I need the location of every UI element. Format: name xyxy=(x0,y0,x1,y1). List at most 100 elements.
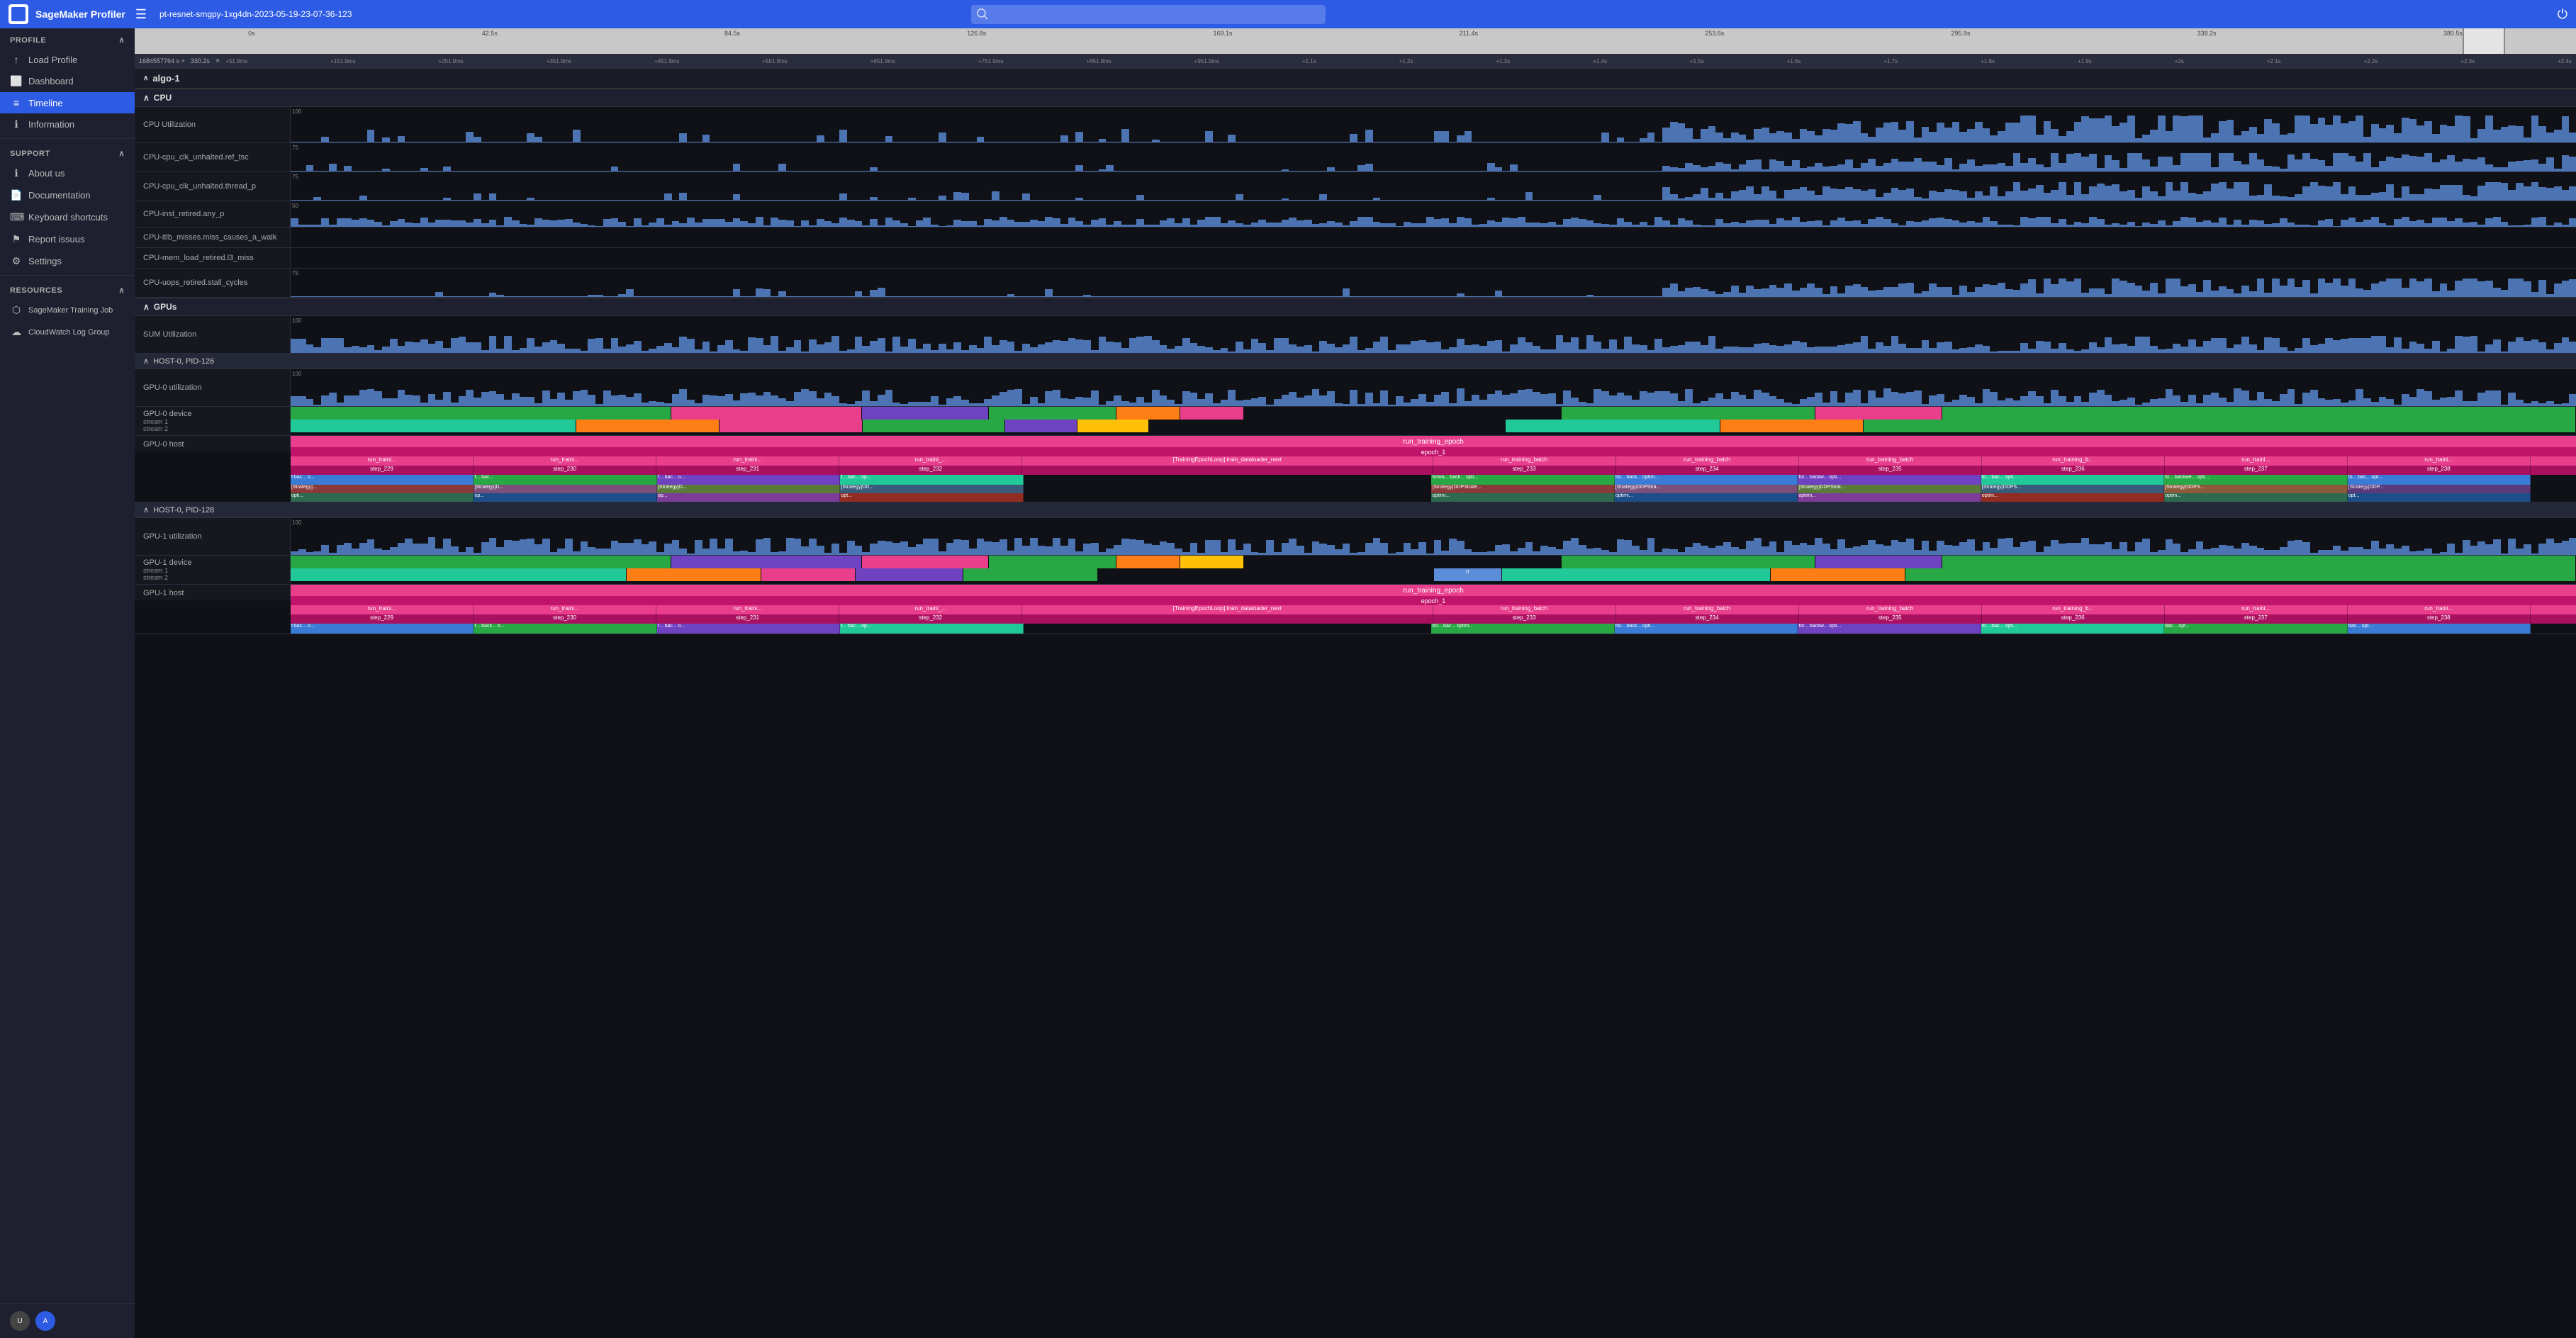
gpu-block[interactable] xyxy=(1180,407,1244,420)
gpu-block[interactable] xyxy=(671,556,862,568)
optim-block[interactable]: optim... xyxy=(1981,493,2164,502)
power-icon[interactable]: ⏻ xyxy=(2558,7,2567,22)
gpu-block[interactable] xyxy=(576,420,719,432)
step-item-1[interactable]: run_traini... xyxy=(474,605,656,614)
step-item[interactable]: run_traini... xyxy=(291,456,474,466)
overview-bar[interactable]: 0s 42.5s 84.5s 126.8s 169.1s 211.4s 253.… xyxy=(135,28,2576,54)
algo-header[interactable]: ∧ algo-1 xyxy=(135,69,2576,89)
step-item-1[interactable]: run_training_batch xyxy=(1616,605,1799,614)
func-block[interactable]: f... bac... op... xyxy=(840,475,1023,485)
func-block-gpu1[interactable]: for... bac... optim... xyxy=(1431,624,1614,634)
cpu-clk-ref-canvas[interactable]: 75 xyxy=(291,143,2576,172)
func-block[interactable]: forwa... back... opti... xyxy=(1431,475,1614,485)
gpu1-device-canvas[interactable]: n xyxy=(291,556,2576,581)
func-block-gpu1[interactable]: f... bac... op... xyxy=(840,624,1023,634)
optim-block[interactable]: optimi... xyxy=(1431,493,1614,502)
cpu-inst-canvas[interactable]: 50 xyxy=(291,201,2576,227)
optim-block[interactable]: optim... xyxy=(2164,493,2347,502)
timeline-scroll-area[interactable]: ∧ algo-1 ∧ CPU CPU Utilization 100 xyxy=(135,69,2576,1338)
func-block-gpu1[interactable]: fo... bac... opti... xyxy=(1981,624,2164,634)
optim-block[interactable]: op... xyxy=(657,493,840,502)
func-block[interactable]: f bac... o... xyxy=(291,475,474,485)
func-block-gpu1[interactable]: f bac... o... xyxy=(291,624,474,634)
profile-section-header[interactable]: Profile ∧ xyxy=(0,28,135,49)
run-training-epoch-bar[interactable]: run_training_epoch xyxy=(291,436,2576,447)
step-item-1[interactable]: run_traini... xyxy=(656,605,839,614)
cpu-group-header[interactable]: ∧ CPU xyxy=(135,89,2576,107)
gpu-block[interactable] xyxy=(1864,420,2576,432)
strategy-block[interactable]: [Strategy]DDPStra... xyxy=(1615,485,1798,493)
gpu-block[interactable] xyxy=(719,420,863,432)
func-block-gpu1[interactable]: f... back... o... xyxy=(474,624,656,634)
optim-block[interactable]: op... xyxy=(474,493,656,502)
step-item[interactable]: run_traini... xyxy=(656,456,839,466)
cpu-uops-canvas[interactable]: 75 xyxy=(291,269,2576,297)
gpu-block[interactable] xyxy=(627,568,761,581)
gpu-block[interactable] xyxy=(1180,556,1244,568)
gpu1-host-canvas[interactable]: run_training_epoch epoch_1 run_traini...… xyxy=(291,585,2576,634)
step-item-1[interactable]: run_traini_... xyxy=(839,605,1022,614)
optim-block[interactable]: opt... xyxy=(840,493,1023,502)
gpu-block[interactable] xyxy=(1720,420,1864,432)
gpu-block[interactable] xyxy=(863,420,1006,432)
sidebar-item-information[interactable]: ℹ Information xyxy=(0,113,135,135)
step-item-1[interactable]: run_traini... xyxy=(2348,605,2531,614)
func-block[interactable]: f... bac... xyxy=(474,475,656,485)
cpu-thread-canvas[interactable]: 75 xyxy=(291,172,2576,201)
step-item-1[interactable]: run_training_batch xyxy=(1433,605,1616,614)
gpu-block[interactable] xyxy=(671,407,862,420)
func-block[interactable]: f... bac... o... xyxy=(657,475,840,485)
strategy-block[interactable]: [Strategy]... xyxy=(291,485,474,493)
epoch1-bar[interactable]: epoch_1 xyxy=(291,447,2576,456)
gpu-block[interactable] xyxy=(1005,420,1077,432)
gpu-block[interactable] xyxy=(1942,407,2576,420)
strategy-block[interactable]: [Strategy]DDPS... xyxy=(1981,485,2164,493)
strategy-block[interactable]: [Strategy]DDP... xyxy=(2348,485,2531,493)
sidebar-item-shortcuts[interactable]: ⌨ Keyboard shortcuts xyxy=(0,206,135,228)
gpu1-util-canvas[interactable]: 100 xyxy=(291,518,2576,555)
gpu-block[interactable] xyxy=(1815,407,1943,420)
func-block[interactable]: fo... bac... opti... xyxy=(1981,475,2164,485)
support-section-header[interactable]: Support ∧ xyxy=(0,142,135,162)
sidebar-item-report[interactable]: ⚑ Report issuus xyxy=(0,228,135,250)
step-item[interactable]: run_training_b... xyxy=(1982,456,2165,466)
gpu-block[interactable] xyxy=(761,568,856,581)
gpu-block[interactable] xyxy=(1502,568,1771,581)
dataloader-step[interactable]: [TrainingEpochLoop].train_dataloader_nex… xyxy=(1022,456,1433,466)
gpu-sum-canvas[interactable]: 100 xyxy=(291,316,2576,353)
step-item[interactable]: run_traini... xyxy=(2165,456,2348,466)
gpu-block[interactable] xyxy=(1562,556,1815,568)
gpu-block[interactable] xyxy=(1771,568,1905,581)
strategy-block[interactable]: [Strategy]DD... xyxy=(840,485,1023,493)
menu-icon[interactable]: ☰ xyxy=(135,7,147,22)
gpu0-device-canvas[interactable] xyxy=(291,407,2576,432)
sidebar-item-cloudwatch[interactable]: ☁ CloudWatch Log Group xyxy=(0,321,135,343)
strategy-block[interactable]: [Strategy]D... xyxy=(474,485,656,493)
gpu-block-n[interactable]: n xyxy=(1434,568,1502,581)
gpu-block[interactable] xyxy=(291,420,576,432)
optim-block[interactable]: opti... xyxy=(291,493,474,502)
gpu-block[interactable] xyxy=(291,407,671,420)
gpu-block[interactable] xyxy=(1942,556,2576,568)
func-block-gpu1[interactable]: bac... opt... xyxy=(2164,624,2347,634)
resources-section-header[interactable]: Resources ∧ xyxy=(0,279,135,299)
func-block[interactable]: fo... backwe... opti... xyxy=(2164,475,2347,485)
host0-header[interactable]: ∧ HOST-0, PID-126 xyxy=(135,354,2576,369)
sidebar-item-settings[interactable]: ⚙ Settings xyxy=(0,250,135,272)
cpu-util-canvas[interactable]: 100 xyxy=(291,107,2576,142)
func-block[interactable]: fo... bac... opt... xyxy=(2348,475,2531,485)
optim-block[interactable]: optimi... xyxy=(1615,493,1798,502)
gpu-block[interactable] xyxy=(1815,556,1943,568)
timeline-viewport-indicator[interactable] xyxy=(2463,28,2505,54)
host1-header[interactable]: ∧ HOST-0, PID-128 xyxy=(135,502,2576,518)
gpu-group-header[interactable]: ∧ GPUs xyxy=(135,298,2576,316)
step-item[interactable]: run_training_batch xyxy=(1799,456,1982,466)
timeline-close-btn[interactable]: × xyxy=(215,57,220,65)
gpu-block[interactable] xyxy=(291,556,671,568)
step-item[interactable]: run_traini... xyxy=(474,456,656,466)
gpu-block[interactable] xyxy=(989,407,1116,420)
gpu-block[interactable] xyxy=(1562,407,1815,420)
step-item-1[interactable]: run_training_batch xyxy=(1799,605,1982,614)
func-block-gpu1[interactable]: for... backw... opti... xyxy=(1798,624,1981,634)
strategy-block[interactable]: [Strategy]DDPStrat... xyxy=(1798,485,1981,493)
